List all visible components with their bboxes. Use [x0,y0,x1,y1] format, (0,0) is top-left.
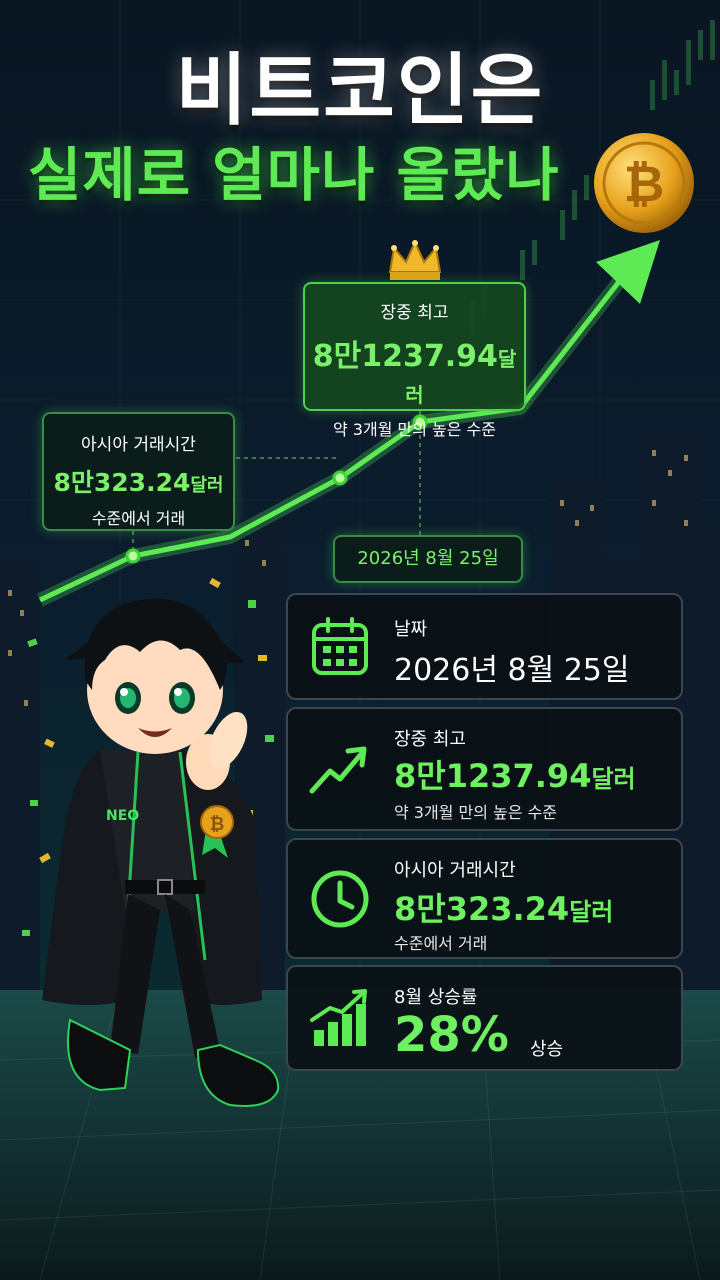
gain-card-sub: 상승 [530,1039,564,1060]
jacket-logo: NEO [106,808,139,824]
mascot-character: NEO ₿ [42,598,280,1107]
gain-card-title: 8월 상승률 [394,987,478,1008]
peak-sub: 약 3개월 만의 높은 수준 [332,420,496,439]
date-callout: 2026년 8월 25일 [333,535,523,583]
svg-text:₿: ₿ [210,814,225,835]
asia-card-value: 8만323.24달러 [394,890,614,928]
asia-card: 아시아 거래시간 8만323.24달러 수준에서 거래 [286,838,683,959]
svg-text:₿: ₿ [624,155,665,213]
bar-chart-icon [310,989,367,1046]
page-subtitle: 실제로 얼마나 올랐나 [28,141,560,209]
asia-trading-callout: 아시아 거래시간 8만323.24달러 수준에서 거래 [42,412,235,531]
peak-price-callout: 장중 최고 8만1237.94달러 약 3개월 만의 높은 수준 [303,282,526,439]
peak-label: 장중 최고 [380,303,449,323]
asia-card-sub: 수준에서 거래 [394,934,488,953]
peak-value: 8만1237.94달러 [312,339,517,407]
monthly-gain-card: 8월 상승률 28% 상승 [286,965,683,1071]
date-card-title: 날짜 [394,619,428,640]
asia-card-title: 아시아 거래시간 [394,860,516,881]
calendar-icon [312,616,368,675]
gain-card-value: 28% [394,1007,509,1063]
peak-card: 장중 최고 8만1237.94달러 약 3개월 만의 높은 수준 [286,707,683,831]
crown-icon [388,239,442,280]
bitcoin-coin-icon: ₿ [594,133,694,233]
peak-card-sub: 약 3개월 만의 높은 수준 [394,803,558,822]
date-card-value: 2026년 8월 25일 [394,653,630,688]
page-title: 비트코인은 [175,46,545,136]
clock-icon [311,870,369,927]
asia-value: 8만323.24달러 [53,468,224,497]
peak-card-value: 8만1237.94달러 [394,757,636,795]
trend-up-icon [309,746,367,794]
asia-sub: 수준에서 거래 [91,509,186,528]
date-card: 날짜 2026년 8월 25일 [286,593,683,700]
asia-label: 아시아 거래시간 [81,435,196,455]
peak-card-title: 장중 최고 [394,729,466,750]
